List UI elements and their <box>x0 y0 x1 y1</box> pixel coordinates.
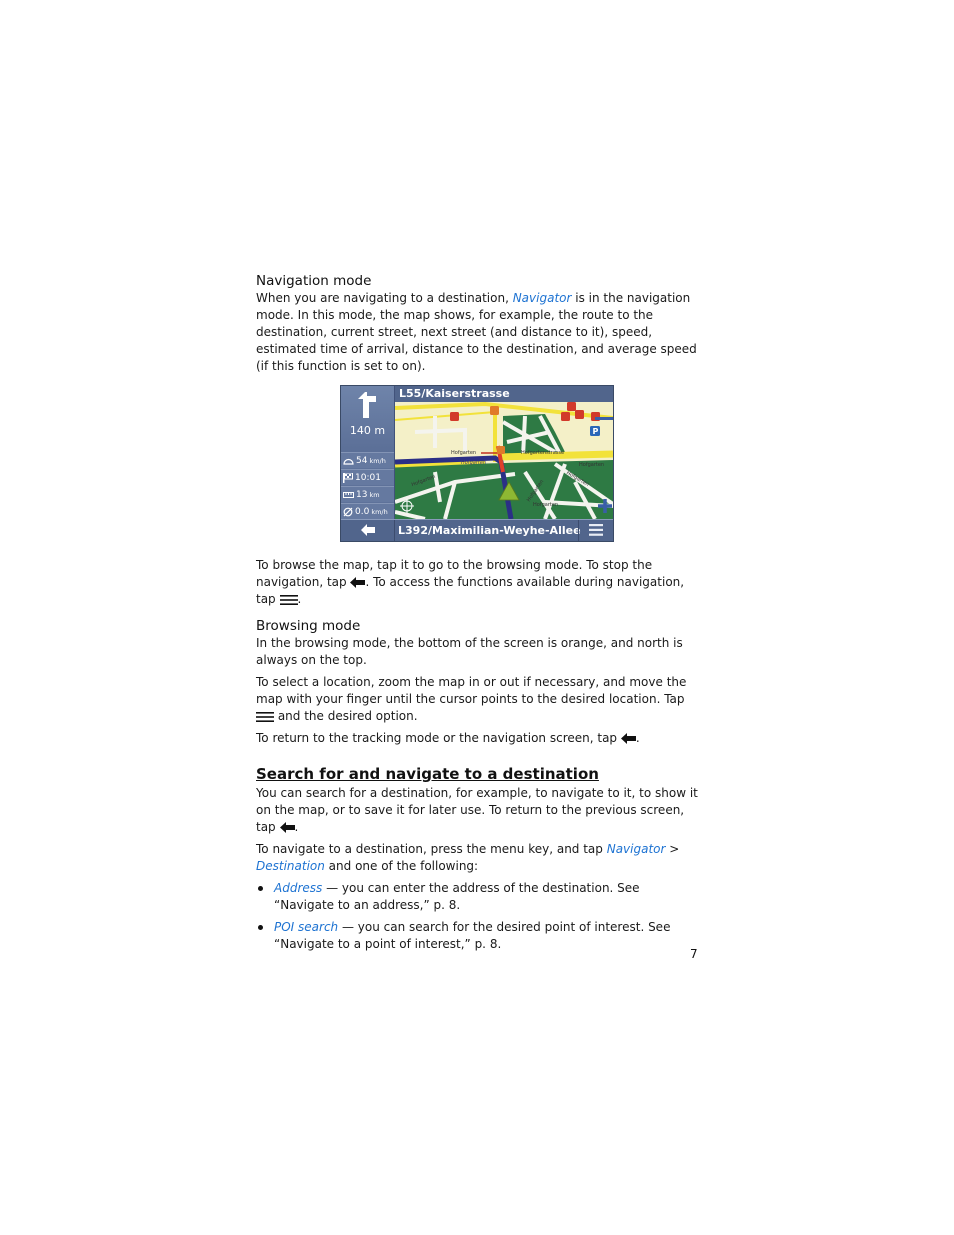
turn-distance: 140 m <box>349 424 386 437</box>
back-arrow-icon <box>279 822 295 833</box>
list-item: Address — you can enter the address of t… <box>256 880 700 914</box>
text: — you can enter the address of the desti… <box>274 881 640 912</box>
text: You can search for a destination, for ex… <box>256 786 698 834</box>
text: . <box>635 731 640 745</box>
map-label: Hofgarten <box>533 502 559 508</box>
destination-link[interactable]: Destination <box>256 859 325 873</box>
text: To navigate to a destination, press the … <box>256 842 607 856</box>
average-icon <box>343 507 353 516</box>
browsing-paragraph-3: To return to the tracking mode or the na… <box>256 730 700 747</box>
distance-unit: km <box>369 490 380 499</box>
back-button[interactable] <box>341 520 395 541</box>
navigator-screenshot: 140 m 54 km/h 10:01 13 km 0.0 km/h L55/Kais… <box>340 385 614 542</box>
ruler-icon <box>343 491 354 498</box>
browsing-paragraph-1: In the browsing mode, the bottom of the … <box>256 636 683 667</box>
avg-speed-value: 0.0 <box>355 506 370 517</box>
navigator-link[interactable]: Navigator <box>607 842 666 856</box>
map-label: Hofgarten <box>579 462 605 468</box>
speedometer-icon <box>343 458 354 465</box>
map-label: Hofgartenstrasse <box>521 450 565 456</box>
back-arrow-icon <box>620 733 636 744</box>
map-label: Hofgarten <box>461 460 487 466</box>
heading-search-navigate: Search for and navigate to a destination <box>256 765 599 783</box>
text: To select a location, zoom the map in or… <box>256 675 687 706</box>
avg-speed-unit: km/h <box>371 507 388 516</box>
text: To return to the tracking mode or the na… <box>256 731 621 745</box>
menu-icon <box>279 594 298 605</box>
svg-text:P: P <box>593 427 599 436</box>
menu-button[interactable] <box>578 520 613 541</box>
navigator-link[interactable]: Navigator <box>513 291 572 305</box>
text: and one of the following: <box>324 859 479 873</box>
map-view[interactable]: P Hofgarten Hofgarten Hofgartenstrasse H… <box>394 401 613 521</box>
heading-browsing-mode: Browsing mode <box>256 618 361 634</box>
navigation-mode-paragraph: When you are navigating to a destination… <box>256 290 700 375</box>
next-street: L392/Maximilian-Weyhe-Allee <box>398 524 581 537</box>
turn-left-arrow-icon <box>358 392 376 418</box>
distance-value: 13 <box>356 489 368 500</box>
turn-indicator: 140 m <box>341 386 394 452</box>
poi-search-link[interactable]: POI search <box>274 920 338 934</box>
text: When you are navigating to a destination… <box>256 291 513 305</box>
current-street: L55/Kaiserstrasse <box>395 386 613 402</box>
back-arrow-icon <box>350 577 366 588</box>
bottom-bar: L392/Maximilian-Weyhe-Allee <box>341 519 613 541</box>
bullet <box>258 925 263 930</box>
text: . <box>294 820 299 834</box>
info-panel: 140 m 54 km/h 10:01 13 km 0.0 km/h <box>341 386 395 519</box>
map-label: Hofgarten <box>451 450 477 456</box>
speed-unit: km/h <box>369 456 386 465</box>
page-number: 7 <box>690 947 698 961</box>
speed-value: 54 <box>356 455 368 466</box>
page-content: Navigation mode When you are navigating … <box>256 272 700 958</box>
speed-row: 54 km/h <box>341 452 394 468</box>
menu-icon <box>256 711 274 722</box>
browsing-paragraph-2: To select a location, zoom the map in or… <box>256 674 700 725</box>
distance-row: 13 km <box>341 486 394 502</box>
bullet <box>258 886 263 891</box>
eta-row: 10:01 <box>341 469 394 485</box>
address-link[interactable]: Address <box>274 881 322 895</box>
checkered-flag-icon <box>343 472 353 483</box>
text: and the desired option. <box>274 709 418 723</box>
text: . <box>297 592 302 606</box>
avg-speed-row: 0.0 km/h <box>341 503 394 519</box>
menu-icon <box>589 524 603 536</box>
destination-options-list: Address — you can enter the address of t… <box>256 880 700 953</box>
search-paragraph-2: To navigate to a destination, press the … <box>256 841 700 875</box>
eta-value: 10:01 <box>355 472 381 483</box>
text: > <box>665 842 680 856</box>
search-paragraph-1: You can search for a destination, for ex… <box>256 785 700 836</box>
list-item: POI search — you can search for the desi… <box>256 919 700 953</box>
map-graphic: P <box>394 401 613 521</box>
browse-paragraph: To browse the map, tap it to go to the b… <box>256 557 700 608</box>
heading-navigation-mode: Navigation mode <box>256 273 372 289</box>
back-arrow-icon <box>361 524 375 536</box>
